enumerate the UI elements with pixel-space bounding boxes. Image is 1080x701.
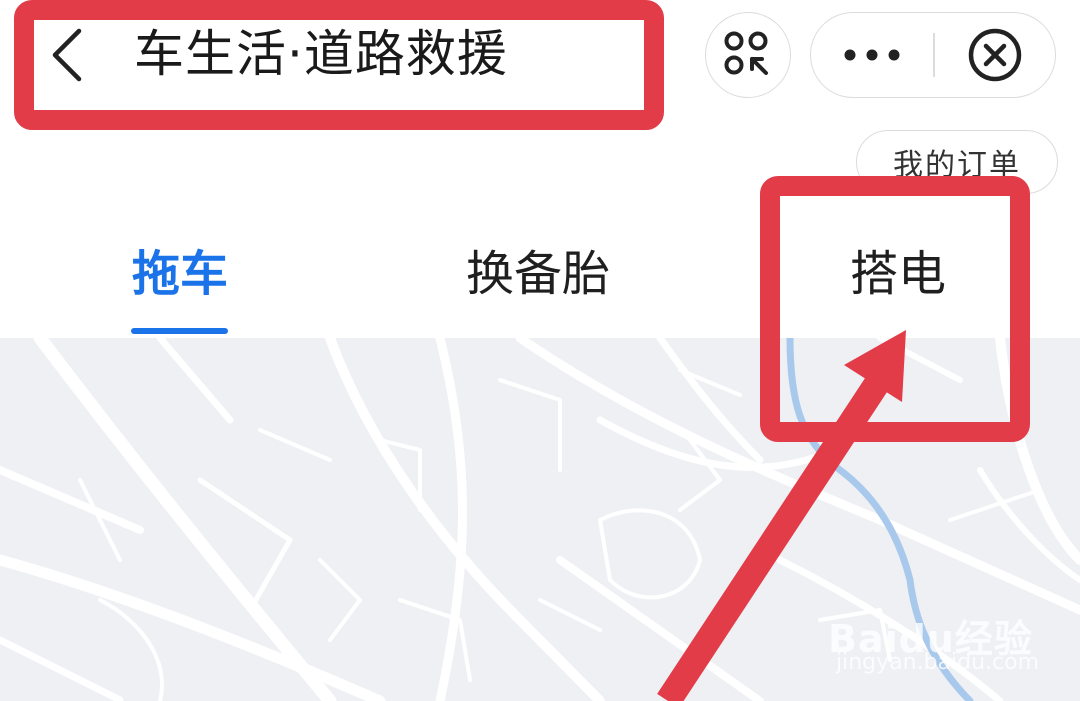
tab-spare-tire[interactable]: 换备胎: [460, 242, 616, 306]
more-button[interactable]: [811, 13, 933, 97]
baidu-watermark-url: jingyan.baidu.com: [836, 650, 1040, 675]
my-orders-button[interactable]: 我的订单: [856, 130, 1058, 194]
scan-code-icon: [724, 31, 768, 75]
scan-button[interactable]: [705, 12, 791, 98]
close-circle-icon: [968, 28, 1022, 82]
more-dots-icon: [844, 49, 900, 61]
mini-program-header: 车生活·道路救援: [0, 0, 1080, 120]
back-button[interactable]: [42, 22, 92, 88]
service-tabs: 拖车 换备胎 搭电: [0, 210, 1080, 338]
active-tab-indicator: [131, 328, 228, 334]
tab-jump-start[interactable]: 搭电: [846, 242, 950, 306]
tab-tow[interactable]: 拖车: [128, 242, 232, 306]
page-title: 车生活·道路救援: [134, 25, 508, 83]
close-button[interactable]: [935, 13, 1055, 97]
chevron-left-icon: [52, 28, 82, 82]
capsule-menu: [810, 12, 1056, 98]
